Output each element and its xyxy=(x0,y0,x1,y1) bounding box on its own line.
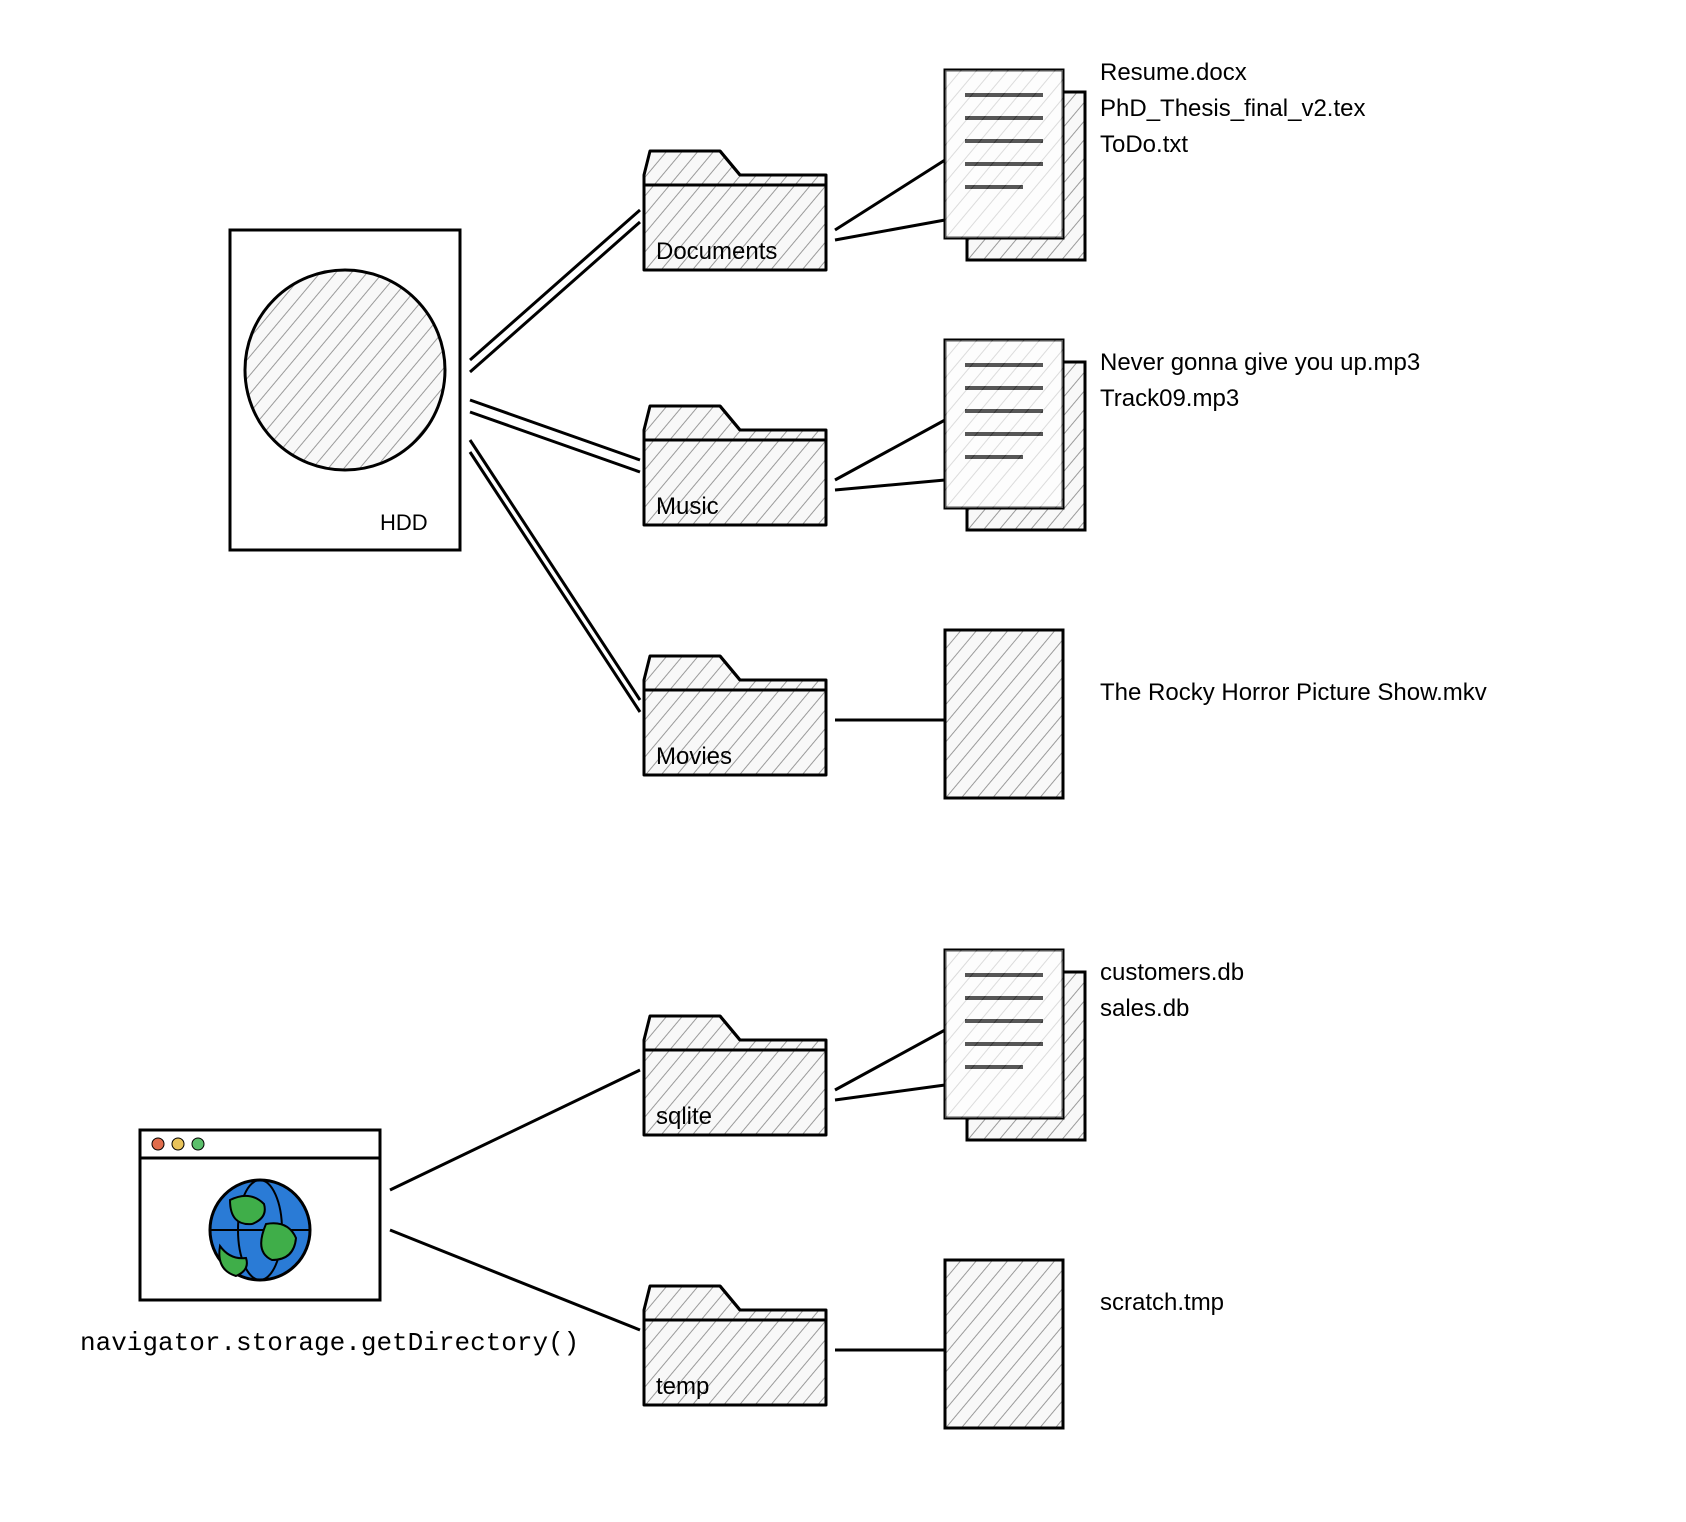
music-file-list: Never gonna give you up.mp3 Track09.mp3 xyxy=(1100,349,1420,412)
hdd-icon: HDD xyxy=(230,230,460,550)
folder-documents: Documents xyxy=(644,151,826,270)
hdd-label: HDD xyxy=(380,510,428,535)
folder-label: sqlite xyxy=(656,1103,712,1130)
folder-sqlite: sqlite xyxy=(644,1016,826,1135)
file-name: Track09.mp3 xyxy=(1100,385,1239,412)
file-name: Never gonna give you up.mp3 xyxy=(1100,349,1420,376)
folder-label: Movies xyxy=(656,743,732,770)
folder-label: temp xyxy=(656,1373,709,1400)
movies-file-list: The Rocky Horror Picture Show.mkv xyxy=(1100,679,1487,706)
browser-icon xyxy=(140,1130,380,1300)
music-files-icon xyxy=(945,340,1085,530)
temp-files-icon xyxy=(945,1260,1063,1428)
folder-temp: temp xyxy=(644,1286,826,1405)
movies-files-icon xyxy=(945,630,1063,798)
browser-api-label: navigator.storage.getDirectory() xyxy=(80,1328,579,1358)
connector xyxy=(470,210,640,712)
connector xyxy=(835,1030,945,1100)
file-name: ToDo.txt xyxy=(1100,131,1188,158)
file-name: PhD_Thesis_final_v2.tex xyxy=(1100,95,1365,122)
folder-movies: Movies xyxy=(644,656,826,775)
file-name: customers.db xyxy=(1100,959,1244,986)
connector xyxy=(835,420,945,490)
folder-label: Documents xyxy=(656,238,777,265)
sqlite-files-icon xyxy=(945,950,1085,1140)
connector xyxy=(390,1070,640,1330)
documents-files-icon xyxy=(945,70,1085,260)
file-name: Resume.docx xyxy=(1100,59,1247,86)
file-name: scratch.tmp xyxy=(1100,1289,1224,1316)
folder-label: Music xyxy=(656,493,719,520)
connector xyxy=(835,160,945,240)
file-name: The Rocky Horror Picture Show.mkv xyxy=(1100,679,1487,706)
temp-file-list: scratch.tmp xyxy=(1100,1289,1224,1316)
sqlite-file-list: customers.db sales.db xyxy=(1100,959,1244,1022)
documents-file-list: Resume.docx PhD_Thesis_final_v2.tex ToDo… xyxy=(1100,59,1365,158)
folder-music: Music xyxy=(644,406,826,525)
file-name: sales.db xyxy=(1100,995,1189,1022)
